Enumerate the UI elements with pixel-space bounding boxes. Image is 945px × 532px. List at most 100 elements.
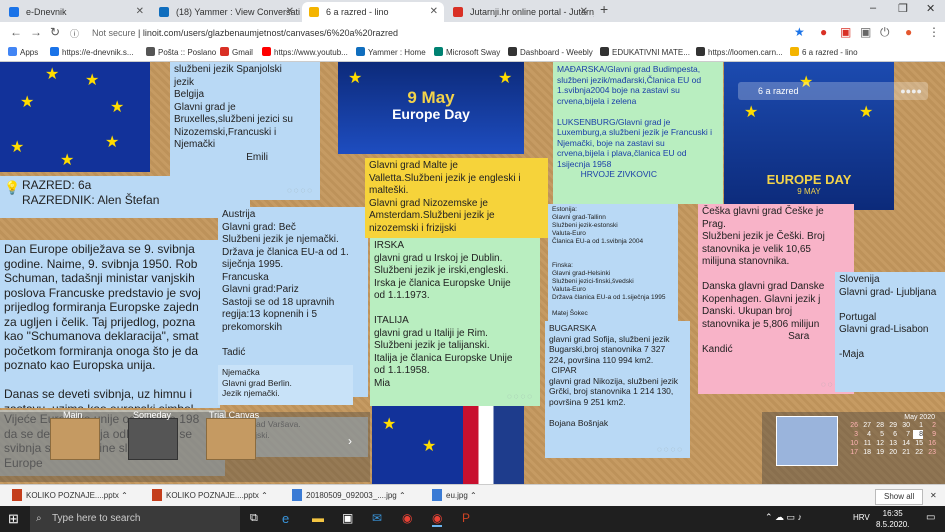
calendar-day[interactable]: 17 [848,448,858,457]
extension-icon[interactable]: ● [820,25,827,39]
extension-icon[interactable]: ▣ [860,25,871,39]
canvas-title-bar[interactable]: 6 a razred ●●●● [738,82,928,100]
chrome-active-icon[interactable]: ◉ [432,511,443,527]
calendar-day[interactable]: 22 [913,448,923,457]
show-all-button[interactable]: Show all [875,489,924,505]
calendar-day[interactable]: 2 [926,421,936,430]
close-tab-icon[interactable]: ✕ [286,2,294,22]
note-toolbar-icons[interactable]: ◌◌◌◌ [287,185,314,198]
edge-icon[interactable]: e [282,511,289,526]
calendar-day[interactable]: 6 [887,430,897,439]
note-czech-denmark[interactable]: Češka glavni grad Češke je Prag. Služben… [698,204,854,394]
profile-avatar-icon[interactable]: ● [905,25,912,39]
tray-next-icon[interactable]: › [348,434,352,448]
calendar-day[interactable]: 15 [913,439,923,448]
bookmark-star-icon[interactable]: ★ [794,25,805,39]
extension-icon[interactable]: ▣ [840,25,851,39]
calendar-day[interactable]: 23 [926,448,936,457]
search-input[interactable]: ⌕ Type here to search [30,506,240,532]
note-malta-netherlands[interactable]: Glavni grad Malte je Valletta.Službeni j… [365,158,548,238]
mail-icon[interactable]: ✉ [372,511,382,525]
bookmark-sway[interactable]: Microsoft Sway [434,46,500,60]
note-class-header[interactable]: 💡 RAZRED: 6a RAZREDNIK: Alen Štefan [0,176,250,218]
note-germany[interactable]: Njemačka Glavni grad Berlin. Jezik njema… [218,365,353,405]
bookmark-edukativni[interactable]: EDUKATIVNI MATE... [600,46,690,60]
maximize-button[interactable]: ❐ [898,2,908,15]
url-field[interactable]: Not secure | linoit.com/users/glazbenaum… [92,25,398,41]
note-europe-day-intro[interactable]: Dan Europe obilježava se 9. svibnja godi… [0,240,220,408]
bookmark-e-dnevnik[interactable]: https://e-dnevnik.s... [50,46,134,60]
bookmark-weebly[interactable]: Dashboard - Weebly [508,46,593,60]
bookmark-posta[interactable]: Pošta :: Poslano [146,46,216,60]
calendar-day[interactable]: 11 [861,439,871,448]
bookmark-apps[interactable]: Apps [8,46,38,60]
calendar-day[interactable]: 9 [926,430,936,439]
menu-icon[interactable]: ⋮ [928,25,940,39]
new-tab-button[interactable]: + [600,1,608,17]
info-icon[interactable]: ⓘ [70,27,79,40]
tab-jutarnji[interactable]: Jutarnji.hr online portal - Jutarnj ✕ [446,2,594,22]
canvas-controls-icons[interactable]: ●●●● [900,82,922,100]
forward-icon[interactable]: → [30,25,42,39]
bookmark-lino[interactable]: 6 a razred - lino [790,46,858,60]
calendar-day[interactable]: 4 [861,430,871,439]
bookmark-gmail[interactable]: Gmail [220,46,253,60]
powerpoint-icon[interactable]: P [462,511,470,525]
download-item-pptx[interactable]: KOLIKO POZNAJE....pptx ⌃ [152,489,268,503]
language-indicator[interactable]: HRV [853,513,870,522]
chrome-icon[interactable]: ◉ [402,511,412,525]
tray-main[interactable]: Main [50,410,100,460]
store-icon[interactable]: ▣ [342,511,353,525]
tab-e-dnevnik[interactable]: e-Dnevnik ✕ [2,2,150,22]
download-item-pptx[interactable]: KOLIKO POZNAJE....pptx ⌃ [12,489,128,503]
close-tab-icon[interactable]: ✕ [136,2,144,22]
bookmark-loomen[interactable]: https://loomen.carn... [696,46,783,60]
close-tab-icon[interactable]: ✕ [580,2,588,22]
calendar-day[interactable]: 16 [926,439,936,448]
note-ireland-italy[interactable]: IRSKA glavni grad u Irskoj je Dublin. Sl… [370,238,540,406]
windows-start-icon[interactable]: ⊞ [8,511,19,527]
tray-trial-canvas[interactable]: Trial Canvas [206,410,259,460]
tray-someday[interactable]: Someday [128,410,178,460]
europe-day-image[interactable]: 9 May Europe Day ★ ★ [338,62,524,154]
bookmark-youtube[interactable]: https://www.youtub... [262,46,348,60]
calendar-day[interactable]: 14 [900,439,910,448]
note-toolbar-icons[interactable]: ◌◌◌◌ [507,391,534,404]
note-hungary-luxembourg[interactable]: MAĐARSKA/Glavni grad Budimpesta, služben… [553,62,723,204]
calendar-day[interactable]: 18 [861,448,871,457]
bookmark-yammer[interactable]: Yammer : Home [356,46,426,60]
file-explorer-icon[interactable]: ▬ [312,511,324,525]
tab-lino[interactable]: 6 a razred - lino ✕ [302,2,444,22]
calendar-day[interactable]: 7 [900,430,910,439]
extension-icon[interactable]: ⏻ [880,25,890,40]
note-toolbar-icons[interactable]: ◌◌◌◌ [657,445,684,456]
calendar-day[interactable]: 3 [848,430,858,439]
calendar-day[interactable]: 29 [887,421,897,430]
calendar-day[interactable]: 13 [887,439,897,448]
minimize-button[interactable]: – [870,2,876,14]
canvas-minimap[interactable] [776,416,838,466]
clock[interactable]: 16:35 8.5.2020. [876,508,909,530]
tab-yammer[interactable]: (18) Yammer : View Conversation ✕ [152,2,300,22]
calendar-day[interactable]: 21 [900,448,910,457]
eu-croatia-flags-image[interactable]: ★ ★ [372,406,524,484]
notifications-icon[interactable]: ▭ [926,512,935,523]
calendar-day[interactable]: 19 [874,448,884,457]
calendar-day[interactable]: 28 [874,421,884,430]
calendar-day[interactable]: 5 [874,430,884,439]
download-item-jpg[interactable]: 20180509_092003_....jpg ⌃ [292,489,406,503]
calendar-day[interactable]: 30 [900,421,910,430]
calendar-day[interactable]: 10 [848,439,858,448]
calendar-day[interactable]: 20 [887,448,897,457]
close-downloads-icon[interactable]: ✕ [930,489,937,503]
task-view-icon[interactable]: ⧉ [250,512,258,525]
lino-canvas[interactable]: ★ ★ ★ ★ ★ ★ ★ službeni jezik Spanjolski … [0,62,945,484]
calendar-day[interactable]: 8 [913,430,923,439]
calendar-day[interactable]: 1 [913,421,923,430]
note-estonia-finland[interactable]: Estonija: Glavni grad-Tallinn Službeni j… [548,204,678,326]
calendar-day[interactable]: 26 [848,421,858,430]
note-slovenia-portugal[interactable]: Slovenija Glavni grad- Ljubljana Portuga… [835,272,945,392]
download-item-jpg[interactable]: eu.jpg ⌃ [432,489,477,503]
back-icon[interactable]: ← [10,25,22,39]
close-tab-icon[interactable]: ✕ [430,2,438,22]
